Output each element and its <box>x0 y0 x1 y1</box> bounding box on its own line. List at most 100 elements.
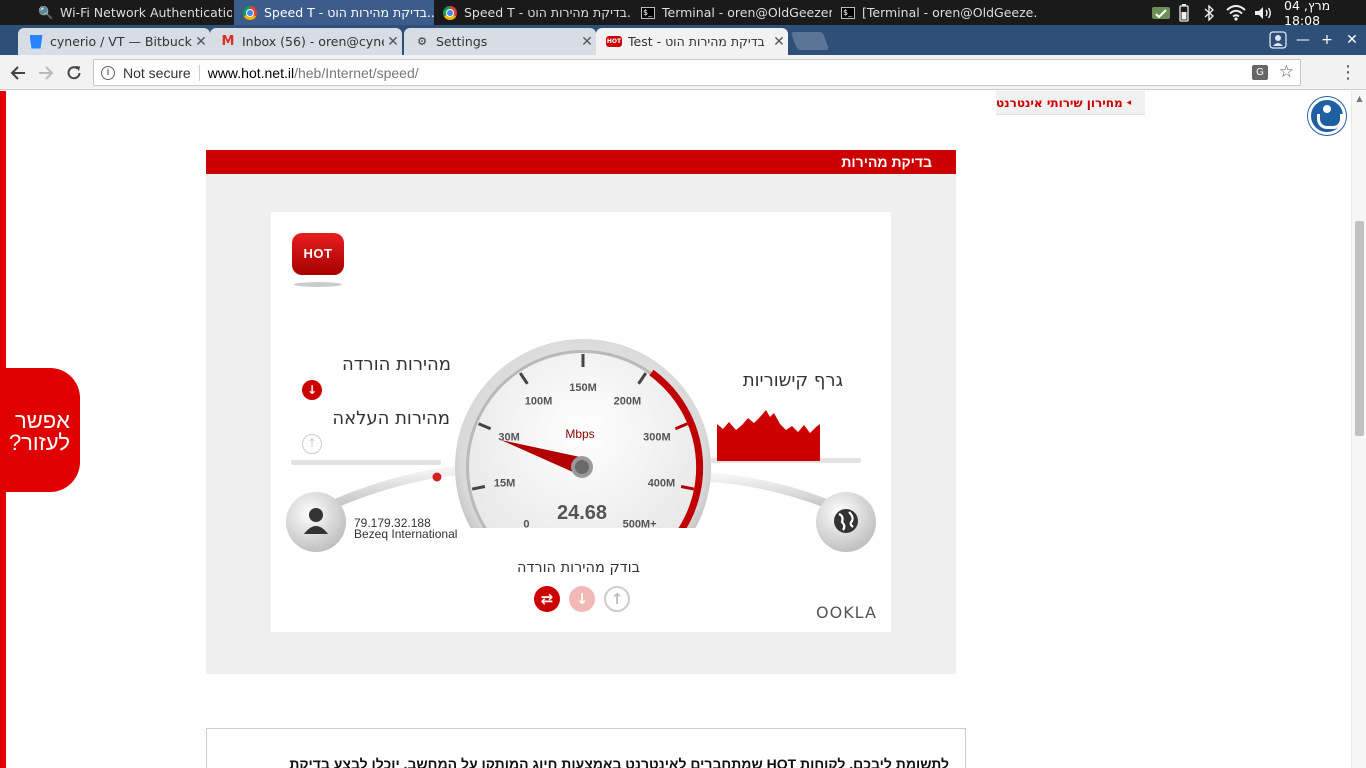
page-viewport: ◂ מחירון שירותי אינטרנט אפשר לעזור? בדיק… <box>0 91 1366 768</box>
internet-prices-link[interactable]: ◂ מחירון שירותי אינטרנט <box>996 91 1145 115</box>
close-icon[interactable]: ✕ <box>770 34 788 50</box>
hot-icon: HOT <box>606 36 622 47</box>
info-box: לתשומת ליבכם, לקוחות HOT שמתחברים לאינטר… <box>206 728 966 768</box>
wifi-icon[interactable] <box>1224 0 1248 25</box>
browser-tab-strip: cynerio / VT — Bitbucket ✕ M Inbox (56) … <box>0 25 1366 55</box>
client-isp: Bezeq International <box>354 527 458 541</box>
download-arrow-icon: ↓ <box>302 380 322 400</box>
gauge-tick-label: 200M <box>614 395 642 407</box>
forward-arrow-icon <box>39 65 54 80</box>
connectivity-graph <box>717 410 820 461</box>
gauge-hub-center <box>575 460 589 474</box>
taskbar-window-speed-test-active[interactable]: Speed T - בדיקת מהירות הוט... <box>234 0 434 25</box>
back-button[interactable] <box>4 55 32 90</box>
info-text: לתשומת ליבכם, לקוחות HOT שמתחברים לאינטר… <box>289 756 949 768</box>
upload-speed-label: מהירות העלאה <box>332 408 450 429</box>
close-window-button[interactable]: ✕ <box>1340 25 1364 55</box>
close-icon[interactable]: ✕ <box>384 34 402 50</box>
battery-icon[interactable] <box>1176 0 1192 25</box>
upload-arrow-icon: ↑ <box>302 434 322 454</box>
gmail-icon: M <box>221 34 235 49</box>
chrome-icon <box>242 5 258 21</box>
terminal-icon: $_ <box>840 5 856 21</box>
gauge-tick-label: 500M+ <box>623 519 657 531</box>
reload-button[interactable] <box>60 55 88 90</box>
taskbar-window-terminal-2[interactable]: $_ [Terminal - oren@OldGeeze... <box>832 0 1037 25</box>
browser-toolbar: i Not secure www.hot.net.il/heb/Internet… <box>0 55 1366 90</box>
taskbar-window-label: Wi-Fi Network Authenticatio... <box>60 5 232 20</box>
scroll-up-arrow-icon[interactable]: ▲ <box>1352 91 1366 106</box>
reload-icon <box>67 65 81 79</box>
scrollbar-thumb[interactable] <box>1355 221 1364 436</box>
gauge-tick <box>503 538 512 547</box>
gauge-tick-label: 0 <box>523 519 529 531</box>
key-icon: 🔍 <box>38 4 54 20</box>
scrollbar[interactable]: ▲ <box>1351 91 1366 768</box>
tab-label: Settings <box>436 34 488 49</box>
tab-label: Inbox (56) - oren@cynerio <box>242 34 384 49</box>
help-chat-tab[interactable]: אפשר לעזור? <box>0 368 80 492</box>
connectivity-graph-label: גרף קישוריות <box>742 370 843 391</box>
tab-label: cynerio / VT — Bitbucket <box>50 34 192 49</box>
address-bar[interactable]: i Not secure www.hot.net.il/heb/Internet… <box>93 59 1301 86</box>
tab-gmail-inbox[interactable]: M Inbox (56) - oren@cynerio ✕ <box>210 28 402 55</box>
upload-test-button[interactable]: ↑ <box>604 586 630 612</box>
gauge-tick-label: 400M <box>648 478 676 490</box>
help-chat-label: אפשר לעזור? <box>8 408 70 455</box>
gauge-tick-label: 150M <box>569 382 597 394</box>
tab-label: Test - בדיקת מהירות הוט <box>628 34 765 49</box>
translate-icon[interactable]: G <box>1252 65 1268 80</box>
full-test-button[interactable]: ⇄ <box>534 586 560 612</box>
gauge-tick-label: 15M <box>494 478 515 490</box>
volume-icon[interactable] <box>1252 0 1274 25</box>
close-icon[interactable]: ✕ <box>578 34 596 50</box>
ookla-speedtest-widget: HOT Mbps 24.68 0 15M 30M 100M 150M 200M … <box>271 212 891 632</box>
bookmark-star-icon[interactable]: ☆ <box>1279 62 1294 82</box>
chevron-left-icon: ◂ <box>1126 97 1132 108</box>
tab-bitbucket[interactable]: cynerio / VT — Bitbucket ✕ <box>18 28 210 55</box>
taskbar-window-label: [Terminal - oren@OldGeeze... <box>862 5 1037 20</box>
shelf-left <box>291 460 441 465</box>
taskbar-window-wifi-auth[interactable]: 🔍 Wi-Fi Network Authenticatio... <box>30 0 232 25</box>
globe-icon <box>834 509 858 533</box>
info-icon[interactable]: i <box>101 65 115 80</box>
internet-prices-label: מחירון שירותי אינטרנט <box>996 95 1123 110</box>
taskbar-window-terminal-1[interactable]: $_ Terminal - oren@OldGeezer: ~ <box>632 0 832 25</box>
gauge-tick-label: 100M <box>525 395 553 407</box>
gear-icon: ⚙ <box>417 35 427 48</box>
terminal-icon: $_ <box>640 5 656 21</box>
minimize-button[interactable]: — <box>1291 25 1315 55</box>
divider <box>198 64 200 81</box>
taskbar-window-label: Terminal - oren@OldGeezer: ~ <box>662 5 832 20</box>
ookla-logo: OOKLA <box>816 603 877 622</box>
client-info: 79.179.32.188 Bezeq International <box>354 517 458 541</box>
browser-menu-icon[interactable]: ⋮ <box>1338 55 1358 90</box>
test-status: בודק מהירות הורדה <box>517 560 640 576</box>
bitbucket-icon <box>28 34 44 50</box>
bluetooth-icon[interactable] <box>1200 0 1218 25</box>
back-arrow-icon <box>10 65 25 80</box>
close-icon[interactable]: ✕ <box>192 34 210 50</box>
download-speed-label: מהירות הורדה <box>341 354 451 375</box>
os-taskbar: 🔍 Wi-Fi Network Authenticatio... Speed T… <box>0 0 1366 28</box>
download-test-button[interactable]: ↓ <box>569 586 595 612</box>
gauge-tick-label: 30M <box>498 431 519 443</box>
chrome-icon <box>442 5 458 21</box>
accessibility-icon[interactable] <box>1308 97 1346 135</box>
url-path[interactable]: /heb/Internet/speed/ <box>294 65 419 81</box>
new-tab-button[interactable] <box>790 32 830 50</box>
maximize-button[interactable]: + <box>1315 25 1339 55</box>
gauge-tick-label: 300M <box>643 431 671 443</box>
tab-hot-speed-test[interactable]: HOT Test - בדיקת מהירות הוט ✕ <box>596 28 788 55</box>
tab-settings[interactable]: ⚙ Settings ✕ <box>404 28 596 55</box>
taskbar-window-label: Speed T - בדיקת מהירות הוט... <box>264 5 434 20</box>
taskbar-window-speed-test[interactable]: Speed T - בדיקת מהירות הוט... <box>434 0 632 25</box>
forward-button[interactable] <box>32 55 60 90</box>
profile-icon[interactable] <box>1266 25 1290 55</box>
clock[interactable]: 04 מרץ, 18:08 <box>1284 0 1366 28</box>
network-manager-icon[interactable] <box>1150 0 1172 25</box>
gauge-unit-label: Mbps <box>565 427 594 441</box>
url-host[interactable]: www.hot.net.il <box>208 65 294 81</box>
section-title: בדיקת מהירות <box>206 150 956 174</box>
security-status[interactable]: Not secure <box>123 65 191 81</box>
